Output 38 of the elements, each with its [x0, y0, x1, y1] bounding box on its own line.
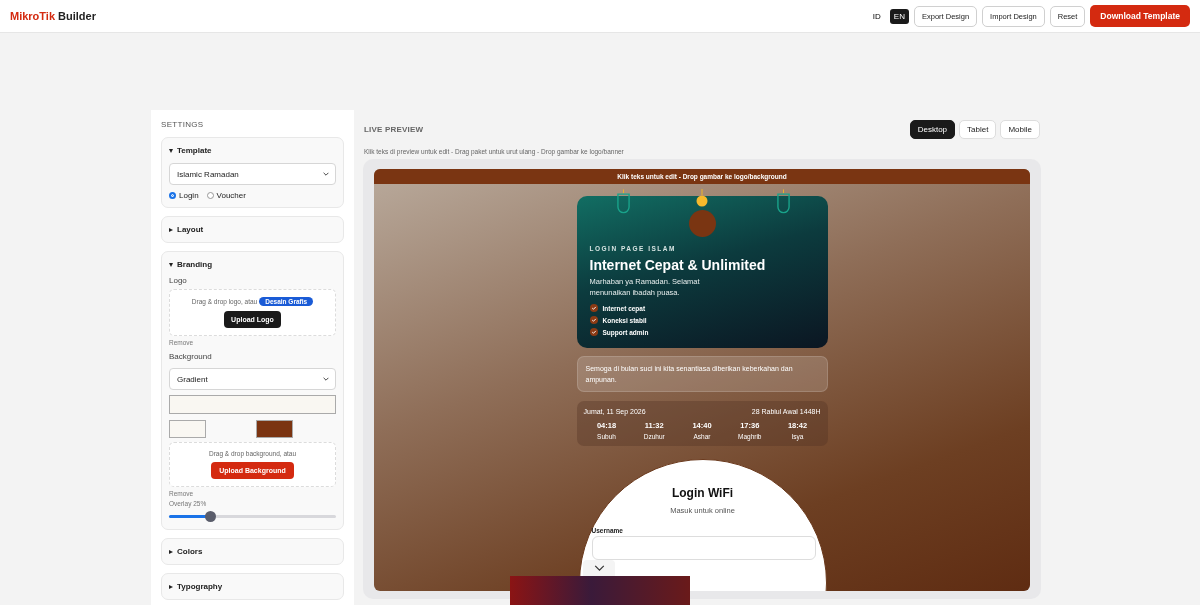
- device-tab[interactable]: Desktop: [909, 120, 956, 139]
- section-toggle[interactable]: Template: [169, 138, 212, 156]
- gradient-field[interactable]: [169, 395, 336, 414]
- section-toggle[interactable]: Colors: [169, 539, 203, 557]
- mode-radio[interactable]: Voucher: [206, 191, 246, 200]
- section-toggle[interactable]: Typography: [169, 574, 223, 592]
- check-icon: [589, 304, 598, 312]
- check-icon: [589, 316, 598, 324]
- chevron-icon: [323, 172, 329, 176]
- check-icon: [589, 328, 598, 336]
- ornament-icon: [695, 189, 708, 207]
- header-button[interactable]: Download Template: [1090, 5, 1190, 27]
- section-toggle[interactable]: Branding: [169, 252, 213, 270]
- color-swatch[interactable]: [256, 420, 293, 438]
- logo-placeholder: [688, 210, 716, 237]
- hero-title: Internet Cepat & Unlimited: [589, 257, 767, 273]
- field-label: Logo: [169, 276, 188, 285]
- language-toggle[interactable]: EN: [889, 8, 909, 24]
- field-label: Background: [169, 352, 213, 361]
- background-select[interactable]: Gradient: [169, 368, 336, 390]
- language-toggle[interactable]: ID: [868, 8, 885, 24]
- username-field[interactable]: [591, 536, 816, 561]
- mode-radio[interactable]: Login: [169, 191, 199, 200]
- device-tab[interactable]: Mobile: [1000, 120, 1040, 139]
- app-logo: MikroTik Builder: [10, 10, 96, 22]
- template-select[interactable]: Islamic Ramadan: [169, 163, 336, 185]
- chevron-icon: [323, 377, 329, 381]
- lantern-icon: [616, 189, 630, 214]
- color-swatch[interactable]: [169, 420, 206, 438]
- panel-title: SETTINGS: [161, 120, 205, 129]
- section-toggle[interactable]: Layout: [169, 217, 204, 235]
- device-tab[interactable]: Tablet: [959, 120, 997, 139]
- lantern-icon: [776, 189, 790, 214]
- slider-thumb[interactable]: [204, 510, 216, 522]
- login-title: Login WiFi: [671, 486, 734, 501]
- chevron-icon: [593, 565, 605, 571]
- collapse-tab[interactable]: [583, 560, 615, 576]
- preview-title: LIVE PREVIEW: [364, 125, 424, 134]
